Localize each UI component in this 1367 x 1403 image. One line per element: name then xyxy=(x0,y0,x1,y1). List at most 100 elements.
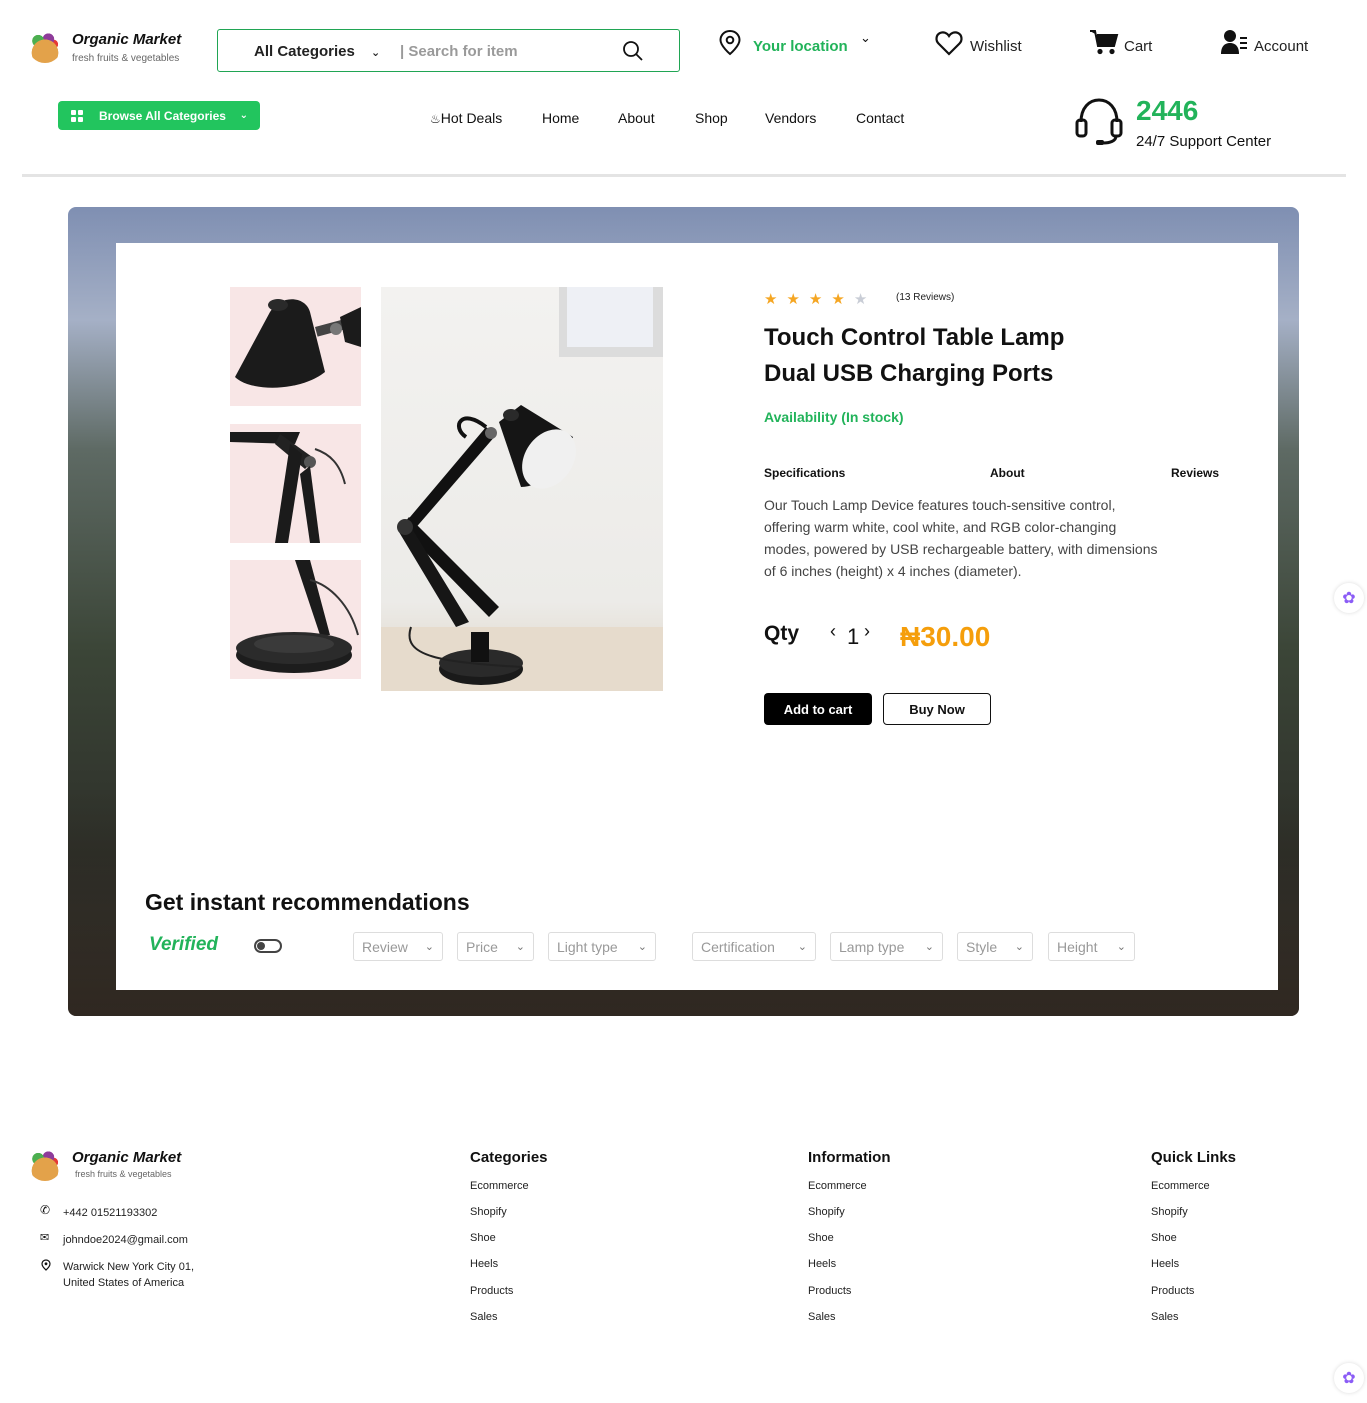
lamp-arm-image xyxy=(230,432,346,543)
product-thumbnail[interactable] xyxy=(230,287,361,406)
search-input[interactable] xyxy=(400,41,610,61)
account-icon[interactable] xyxy=(1221,28,1249,56)
qty-decrease-icon[interactable]: ‹ xyxy=(830,621,836,642)
footer-link[interactable]: Shopify xyxy=(808,1206,891,1218)
filter-light-type[interactable]: Light type ⌄ xyxy=(548,932,656,961)
brand-logo-icon[interactable] xyxy=(28,29,62,63)
footer-link[interactable]: Products xyxy=(808,1285,891,1297)
availability-status: Availability (In stock) xyxy=(764,409,904,425)
add-to-cart-button[interactable]: Add to cart xyxy=(764,693,872,725)
footer-brand-name[interactable]: Organic Market xyxy=(72,1149,181,1166)
wishlist-link[interactable]: Wishlist xyxy=(970,38,1022,55)
filter-light-type-label: Light type xyxy=(557,938,618,955)
footer-link[interactable]: Heels xyxy=(470,1258,548,1270)
verified-badge: Verified xyxy=(149,934,218,955)
footer-link[interactable]: Products xyxy=(1151,1285,1236,1297)
lamp-shade-image xyxy=(235,299,361,388)
footer-email[interactable]: johndoe2024@gmail.com xyxy=(63,1232,188,1248)
nav-vendors[interactable]: Vendors xyxy=(765,110,816,126)
footer-link[interactable]: Shopify xyxy=(1151,1206,1236,1218)
location-chevron-down-icon[interactable]: ⌄ xyxy=(860,30,871,46)
footer-link[interactable]: Ecommerce xyxy=(808,1180,891,1192)
filter-style-label: Style xyxy=(966,938,998,955)
footer-link[interactable]: Shoe xyxy=(470,1232,548,1244)
filter-lamp-type-label: Lamp type xyxy=(839,938,905,955)
buy-now-button[interactable]: Buy Now xyxy=(883,693,991,725)
nav-shop[interactable]: Shop xyxy=(695,110,728,126)
filter-style[interactable]: Style ⌄ xyxy=(957,932,1033,961)
filter-lamp-type[interactable]: Lamp type ⌄ xyxy=(830,932,943,961)
assistant-brain-icon[interactable]: ✿ xyxy=(1334,583,1364,613)
star-icon: ★ xyxy=(808,291,823,308)
brand-name[interactable]: Organic Market xyxy=(72,31,181,48)
footer-column-title: Quick Links xyxy=(1151,1149,1237,1166)
footer-link[interactable]: Sales xyxy=(808,1311,891,1323)
phone-icon: ✆ xyxy=(40,1203,51,1217)
qty-value[interactable]: 1 xyxy=(847,624,859,650)
cart-link[interactable]: Cart xyxy=(1124,38,1152,55)
nav-hot-deals[interactable]: ♨Hot Deals xyxy=(430,110,502,126)
brand-tagline: fresh fruits & vegetables xyxy=(72,53,180,64)
account-link[interactable]: Account xyxy=(1254,38,1308,55)
footer-link[interactable]: Products xyxy=(470,1285,548,1297)
cart-icon[interactable] xyxy=(1089,29,1119,56)
tab-about[interactable]: About xyxy=(990,466,1025,480)
search-icon[interactable] xyxy=(622,40,644,62)
filter-review[interactable]: Review ⌄ xyxy=(353,932,443,961)
footer-link[interactable]: Sales xyxy=(470,1311,548,1323)
footer-brand-logo-icon[interactable] xyxy=(28,1147,62,1181)
nav-about[interactable]: About xyxy=(618,110,655,126)
nav-home[interactable]: Home xyxy=(542,110,579,126)
verified-toggle[interactable] xyxy=(254,939,282,953)
heart-icon[interactable] xyxy=(935,30,963,56)
footer-link[interactable]: Shoe xyxy=(1151,1232,1236,1244)
location-selector[interactable]: Your location xyxy=(753,38,848,55)
footer-link[interactable]: Heels xyxy=(1151,1258,1236,1270)
recommendations-title: Get instant recommendations xyxy=(145,889,470,915)
chevron-down-icon: ⌄ xyxy=(1014,941,1024,953)
support-number: 2446 xyxy=(1136,95,1199,126)
footer-link[interactable]: Shoe xyxy=(808,1232,891,1244)
browse-categories-label: Browse All Categories xyxy=(99,108,226,123)
product-title-line2: Dual USB Charging Ports xyxy=(764,360,1054,387)
footer-address-line1: Warwick New York City 01, xyxy=(63,1261,195,1273)
reviews-count[interactable]: (13 Reviews) xyxy=(896,292,954,303)
product-thumbnail[interactable] xyxy=(230,424,361,543)
browse-categories-button[interactable]: Browse All Categories ⌄ xyxy=(58,101,260,130)
nav-hot-deals-label: Hot Deals xyxy=(440,110,503,126)
star-icon: ★ xyxy=(764,291,778,308)
footer-link[interactable]: Ecommerce xyxy=(1151,1180,1236,1192)
chevron-down-icon: ⌄ xyxy=(515,941,525,953)
product-thumbnail[interactable] xyxy=(230,560,361,679)
map-pin-icon xyxy=(41,1259,51,1271)
lamp-main-image xyxy=(381,287,663,691)
header-divider xyxy=(22,174,1346,177)
chevron-down-icon: ⌄ xyxy=(239,110,248,121)
filter-certification[interactable]: Certification ⌄ xyxy=(692,932,816,961)
footer-column-title: Information xyxy=(808,1149,891,1166)
category-select[interactable]: All Categories ⌄ xyxy=(254,43,380,60)
footer-phone[interactable]: +442 01521193302 xyxy=(63,1205,157,1221)
footer-link[interactable]: Sales xyxy=(1151,1311,1236,1323)
assistant-brain-icon[interactable]: ✿ xyxy=(1334,1363,1364,1393)
rating-stars: ★ ★ ★ ★ ★ xyxy=(764,290,876,309)
footer-link[interactable]: Ecommerce xyxy=(470,1180,548,1192)
filter-height[interactable]: Height ⌄ xyxy=(1048,932,1135,961)
mail-icon: ✉ xyxy=(40,1232,50,1244)
chevron-down-icon: ⌄ xyxy=(924,941,934,953)
footer-address: Warwick New York City 01, United States … xyxy=(63,1259,194,1291)
tab-reviews[interactable]: Reviews xyxy=(1171,466,1219,480)
footer-link[interactable]: Shopify xyxy=(470,1206,548,1218)
filter-price-label: Price xyxy=(466,938,498,955)
product-main-image[interactable] xyxy=(381,287,663,691)
filter-price[interactable]: Price ⌄ xyxy=(457,932,534,961)
tab-specifications[interactable]: Specifications xyxy=(764,466,845,480)
category-select-label: All Categories xyxy=(254,43,355,60)
nav-contact[interactable]: Contact xyxy=(856,110,904,126)
chevron-down-icon: ⌄ xyxy=(637,941,647,953)
lamp-base-image xyxy=(236,560,359,673)
footer-link[interactable]: Heels xyxy=(808,1258,891,1270)
chevron-down-icon: ⌄ xyxy=(424,941,434,953)
grid-icon xyxy=(71,109,83,122)
qty-increase-icon[interactable]: › xyxy=(864,621,870,642)
